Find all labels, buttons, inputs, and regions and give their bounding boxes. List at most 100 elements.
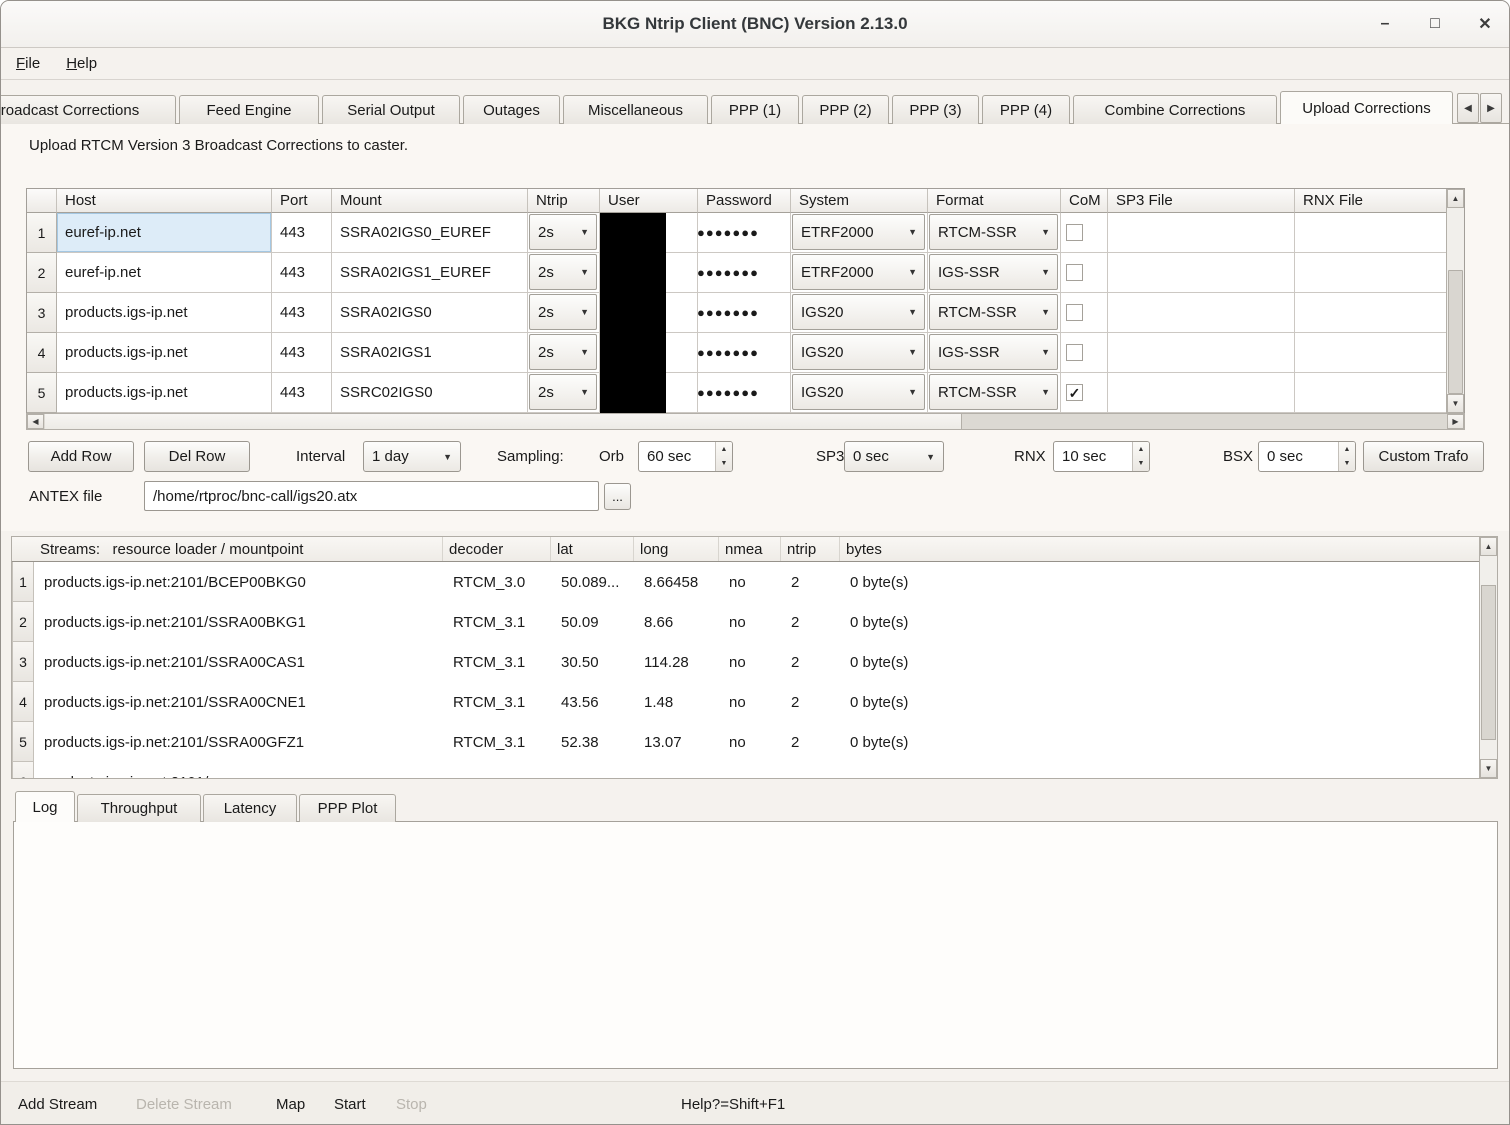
scrollbar-thumb[interactable] [45,414,962,429]
header-long[interactable]: long [634,537,719,561]
format-dropdown[interactable]: IGS-SSR▼ [929,334,1058,370]
minimize-icon[interactable]: – [1375,15,1395,33]
spin-up-icon[interactable]: ▲ [1339,442,1355,457]
sp3-dropdown[interactable]: 0 sec▼ [844,441,944,472]
header-user[interactable]: User [600,189,698,213]
tab-broadcast-corrections[interactable]: Broadcast Corrections [1,95,176,124]
stream-row[interactable]: 5 products.igs-ip.net:2101/SSRA00GFZ1 RT… [12,722,1479,762]
password-cell[interactable]: ●●●●●●● [698,373,791,413]
row-number[interactable]: 1 [12,562,34,602]
spin-down-icon[interactable]: ▼ [716,457,732,472]
map-button[interactable]: Map [276,1082,305,1125]
tab-outages[interactable]: Outages [463,95,560,124]
row-number[interactable]: 2 [12,602,34,642]
row-number[interactable]: 5 [27,373,57,413]
password-cell[interactable]: ●●●●●●● [698,293,791,333]
upload-table-vertical-scrollbar[interactable]: ▲ ▼ [1446,189,1464,413]
password-cell[interactable]: ●●●●●●● [698,253,791,293]
ntrip-dropdown[interactable]: 2s▼ [529,374,597,410]
tab-serial-output[interactable]: Serial Output [322,95,460,124]
header-decoder[interactable]: decoder [443,537,551,561]
system-dropdown[interactable]: IGS20▼ [792,334,925,370]
sp3-file-cell[interactable] [1108,373,1295,413]
row-number[interactable]: 4 [12,682,34,722]
antex-file-input[interactable] [144,481,599,511]
password-cell[interactable]: ●●●●●●● [698,333,791,373]
spin-down-icon[interactable]: ▼ [1339,457,1355,472]
add-stream-button[interactable]: Add Stream [18,1082,97,1125]
scrollbar-thumb[interactable] [1481,585,1496,740]
header-bytes[interactable]: bytes [840,537,1479,561]
row-number[interactable]: 3 [27,293,57,333]
tab-throughput[interactable]: Throughput [77,794,201,822]
ntrip-dropdown[interactable]: 2s▼ [529,294,597,330]
start-button[interactable]: Start [334,1082,366,1125]
format-dropdown[interactable]: RTCM-SSR▼ [929,214,1058,250]
row-number[interactable]: 3 [12,642,34,682]
format-dropdown[interactable]: RTCM-SSR▼ [929,294,1058,330]
tab-combine-corrections[interactable]: Combine Corrections [1073,95,1277,124]
menu-file[interactable]: File [16,55,40,72]
add-row-button[interactable]: Add Row [28,441,134,472]
rnx-file-cell[interactable] [1295,293,1446,333]
tab-ppp-1[interactable]: PPP (1) [711,95,799,124]
header-host[interactable]: Host [57,189,272,213]
tab-log[interactable]: Log [15,791,75,822]
com-checkbox[interactable] [1066,304,1083,321]
header-mount[interactable]: Mount [332,189,528,213]
mount-cell[interactable]: SSRC02IGS0 [332,373,528,413]
row-number[interactable]: 6 [12,762,34,779]
password-cell[interactable]: ●●●●●●● [698,213,791,253]
tab-ppp-plot[interactable]: PPP Plot [299,794,396,822]
format-dropdown[interactable]: RTCM-SSR▼ [929,374,1058,410]
row-number[interactable]: 2 [27,253,57,293]
ntrip-dropdown[interactable]: 2s▼ [529,254,597,290]
mount-cell[interactable]: SSRA02IGS0_EUREF [332,213,528,253]
stream-row[interactable]: 4 products.igs-ip.net:2101/SSRA00CNE1 RT… [12,682,1479,722]
scroll-up-icon[interactable]: ▲ [1480,537,1497,556]
header-ntrip[interactable]: ntrip [781,537,840,561]
tab-scroll-right-icon[interactable]: ▶ [1480,93,1502,123]
scroll-down-icon[interactable]: ▼ [1480,759,1497,778]
host-cell[interactable]: euref-ip.net [57,253,272,293]
upload-table-horizontal-scrollbar[interactable]: ◀ ▶ [26,413,1465,430]
header-port[interactable]: Port [272,189,332,213]
tab-feed-engine[interactable]: Feed Engine [179,95,319,124]
port-cell[interactable]: 443 [272,253,332,293]
header-nmea[interactable]: nmea [719,537,781,561]
rnx-spinner[interactable]: 10 sec ▲▼ [1053,441,1150,472]
ntrip-dropdown[interactable]: 2s▼ [529,334,597,370]
close-icon[interactable]: ✕ [1475,14,1495,34]
tab-upload-corrections[interactable]: Upload Corrections [1280,91,1453,124]
row-number[interactable]: 5 [12,722,34,762]
stream-row[interactable]: 1 products.igs-ip.net:2101/BCEP00BKG0 RT… [12,562,1479,602]
spinner-arrows[interactable]: ▲▼ [1132,442,1149,471]
system-dropdown[interactable]: IGS20▼ [792,374,925,410]
streams-vertical-scrollbar[interactable]: ▲ ▼ [1479,537,1497,778]
com-checkbox[interactable] [1066,264,1083,281]
sp3-file-cell[interactable] [1108,213,1295,253]
host-cell[interactable]: euref-ip.net [57,213,272,253]
rnx-file-cell[interactable] [1295,253,1446,293]
scroll-down-icon[interactable]: ▼ [1447,394,1464,413]
port-cell[interactable]: 443 [272,373,332,413]
row-number[interactable]: 1 [27,213,57,253]
stream-row-partial[interactable]: 6 products.igs-ip.net:2101/… [12,762,1479,779]
tab-miscellaneous[interactable]: Miscellaneous [563,95,708,124]
header-rnx-file[interactable]: RNX File [1295,189,1446,213]
port-cell[interactable]: 443 [272,333,332,373]
rnx-file-cell[interactable] [1295,333,1446,373]
host-cell[interactable]: products.igs-ip.net [57,373,272,413]
spin-up-icon[interactable]: ▲ [1133,442,1149,457]
tab-ppp-3[interactable]: PPP (3) [892,95,979,124]
scrollbar-thumb[interactable] [1448,270,1463,394]
tab-ppp-2[interactable]: PPP (2) [802,95,889,124]
header-lat[interactable]: lat [551,537,634,561]
header-password[interactable]: Password [698,189,791,213]
header-sp3-file[interactable]: SP3 File [1108,189,1295,213]
mount-cell[interactable]: SSRA02IGS1_EUREF [332,253,528,293]
scroll-up-icon[interactable]: ▲ [1447,189,1464,208]
com-checkbox[interactable] [1066,344,1083,361]
row-number[interactable]: 4 [27,333,57,373]
spin-down-icon[interactable]: ▼ [1133,457,1149,472]
